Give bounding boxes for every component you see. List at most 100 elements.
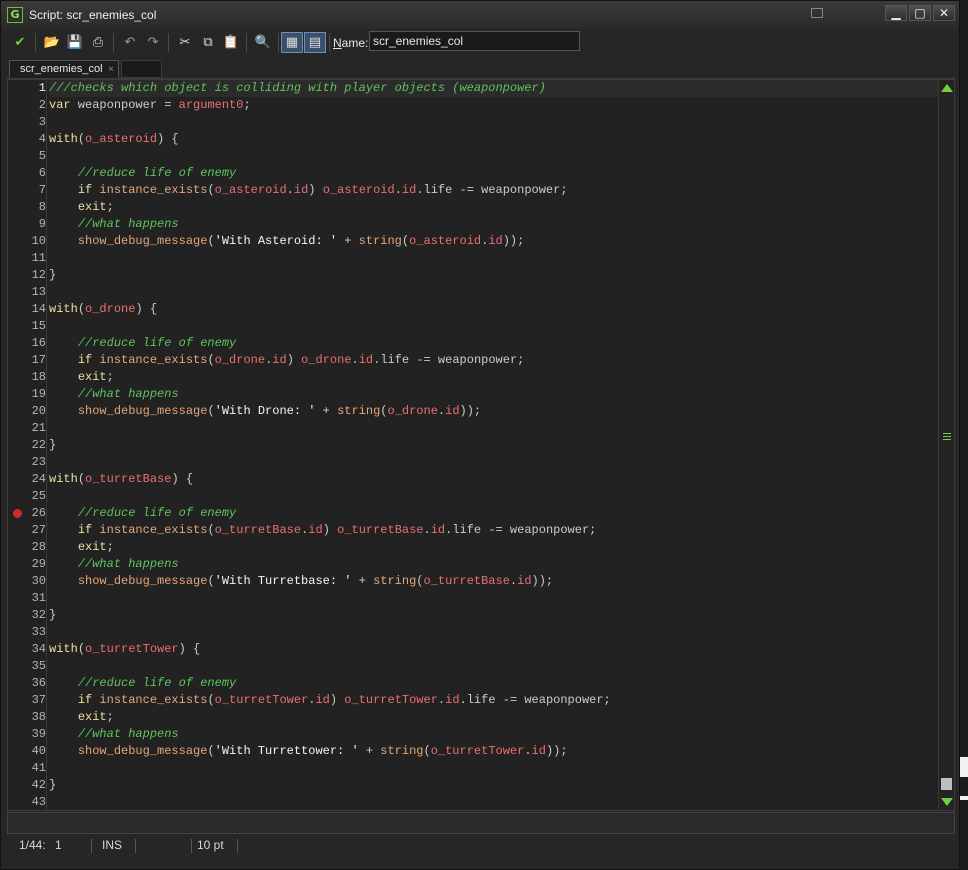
code-line[interactable]	[49, 590, 939, 607]
cut-icon[interactable]: ✂	[174, 32, 196, 53]
redo-icon[interactable]: ↷	[142, 32, 164, 53]
code-line[interactable]: //what happens	[49, 386, 939, 403]
line-number[interactable]: 23	[10, 454, 46, 471]
code-line[interactable]: exit;	[49, 199, 939, 216]
line-number[interactable]: 7	[10, 182, 46, 199]
code-line[interactable]: //what happens	[49, 216, 939, 233]
line-number-gutter[interactable]: 1 2 3 4 5 6 7 8 9 10 11 12 13 14 15 16 17 18 19 20 21 22 23 24 2…	[8, 80, 46, 810]
code-line[interactable]	[49, 658, 939, 675]
code-line[interactable]: if instance_exists(o_turretBase.id) o_tu…	[49, 522, 939, 539]
code-line[interactable]: show_debug_message('With Drone: ' + stri…	[49, 403, 939, 420]
code-line[interactable]: show_debug_message('With Asteroid: ' + s…	[49, 233, 939, 250]
copy-icon[interactable]: ⧉	[197, 32, 219, 53]
code-line[interactable]: //what happens	[49, 556, 939, 573]
line-number[interactable]: 35	[10, 658, 46, 675]
line-number[interactable]: 28	[10, 539, 46, 556]
code-line[interactable]: }	[49, 607, 939, 624]
line-number[interactable]: 22	[10, 437, 46, 454]
line-number[interactable]: 41	[10, 760, 46, 777]
line-number[interactable]: 17	[10, 352, 46, 369]
line-number[interactable]: 3	[10, 114, 46, 131]
line-number[interactable]: 37	[10, 692, 46, 709]
breakpoint-icon[interactable]	[13, 509, 22, 518]
code-line[interactable]: exit;	[49, 709, 939, 726]
line-number[interactable]: 9	[10, 216, 46, 233]
close-button[interactable]: ✕	[933, 5, 955, 21]
tab-scr-enemies-col[interactable]: scr_enemies_col ×	[9, 60, 119, 78]
code-line[interactable]: //reduce life of enemy	[49, 165, 939, 182]
tab-empty[interactable]	[121, 60, 162, 78]
code-line[interactable]	[49, 624, 939, 641]
line-number[interactable]: 16	[10, 335, 46, 352]
code-line[interactable]	[49, 250, 939, 267]
restore-small-icon[interactable]	[811, 8, 823, 18]
code-line[interactable]	[49, 420, 939, 437]
code-line[interactable]: show_debug_message('With Turretbase: ' +…	[49, 573, 939, 590]
line-number[interactable]: 29	[10, 556, 46, 573]
line-number[interactable]: 42	[10, 777, 46, 794]
line-number[interactable]: 13	[10, 284, 46, 301]
scroll-up-arrow-icon[interactable]	[941, 84, 953, 92]
code-line[interactable]: with(o_turretBase) {	[49, 471, 939, 488]
code-line[interactable]: }	[49, 777, 939, 794]
open-folder-icon[interactable]: 📂	[41, 32, 63, 53]
line-number[interactable]: 8	[10, 199, 46, 216]
code-line[interactable]: exit;	[49, 539, 939, 556]
check-icon[interactable]: ✔	[9, 32, 31, 53]
line-number[interactable]: 27	[10, 522, 46, 539]
line-number[interactable]: 38	[10, 709, 46, 726]
code-line[interactable]: //reduce life of enemy	[49, 675, 939, 692]
line-number[interactable]: 19	[10, 386, 46, 403]
code-line[interactable]: if instance_exists(o_asteroid.id) o_aste…	[49, 182, 939, 199]
minimize-button[interactable]: ▁	[885, 5, 907, 21]
save-icon[interactable]: 💾	[64, 32, 86, 53]
line-number[interactable]: 39	[10, 726, 46, 743]
print-icon[interactable]: ⎙	[87, 32, 109, 53]
line-number[interactable]: 34	[10, 641, 46, 658]
line-number[interactable]: 11	[10, 250, 46, 267]
code-line[interactable]: }	[49, 437, 939, 454]
code-line[interactable]: show_debug_message('With Turrettower: ' …	[49, 743, 939, 760]
line-number[interactable]: 25	[10, 488, 46, 505]
code-line[interactable]: with(o_drone) {	[49, 301, 939, 318]
tab-close-icon[interactable]: ×	[108, 61, 114, 78]
code-line[interactable]: with(o_asteroid) {	[49, 131, 939, 148]
title-bar[interactable]: G Script: scr_enemies_col ▁ □ ✕	[1, 1, 959, 29]
line-number[interactable]: 18	[10, 369, 46, 386]
scroll-down-arrow-icon[interactable]	[941, 798, 953, 806]
code-line[interactable]	[49, 488, 939, 505]
code-line[interactable]	[49, 794, 939, 811]
vertical-scrollbar[interactable]	[938, 80, 954, 810]
code-toggle-icon[interactable]: ▦	[281, 32, 303, 53]
line-number[interactable]: 31	[10, 590, 46, 607]
code-line[interactable]: //reduce life of enemy	[49, 335, 939, 352]
code-editor[interactable]: 1 2 3 4 5 6 7 8 9 10 11 12 13 14 15 16 17 18 19 20 21 22 23 24 2…	[7, 79, 955, 811]
line-number[interactable]: 24	[10, 471, 46, 488]
paste-icon[interactable]: 📋	[220, 32, 242, 53]
scroll-thumb[interactable]	[941, 778, 952, 790]
line-number[interactable]: 33	[10, 624, 46, 641]
line-number[interactable]: 21	[10, 420, 46, 437]
code-line[interactable]	[49, 454, 939, 471]
code-line[interactable]	[49, 318, 939, 335]
code-line[interactable]: with(o_turretTower) {	[49, 641, 939, 658]
find-icon[interactable]: 🔍	[252, 32, 274, 53]
line-number[interactable]: 14	[10, 301, 46, 318]
line-number[interactable]: 1	[10, 80, 46, 97]
code-line[interactable]: exit;	[49, 369, 939, 386]
code-line[interactable]	[49, 760, 939, 777]
line-number[interactable]: 5	[10, 148, 46, 165]
line-number[interactable]: 32	[10, 607, 46, 624]
script-name-input[interactable]	[369, 31, 580, 51]
line-number[interactable]: 2	[10, 97, 46, 114]
maximize-button[interactable]: □	[909, 5, 931, 21]
line-number[interactable]: 12	[10, 267, 46, 284]
code-line[interactable]: var weaponpower = argument0;	[49, 97, 939, 114]
code-line[interactable]: if instance_exists(o_turretTower.id) o_t…	[49, 692, 939, 709]
line-number[interactable]: 15	[10, 318, 46, 335]
line-number[interactable]: 10	[10, 233, 46, 250]
script-run-icon[interactable]: ▤	[304, 32, 326, 53]
undo-icon[interactable]: ↶	[119, 32, 141, 53]
code-line[interactable]: if instance_exists(o_drone.id) o_drone.i…	[49, 352, 939, 369]
scroll-grip-icon[interactable]	[943, 433, 951, 440]
